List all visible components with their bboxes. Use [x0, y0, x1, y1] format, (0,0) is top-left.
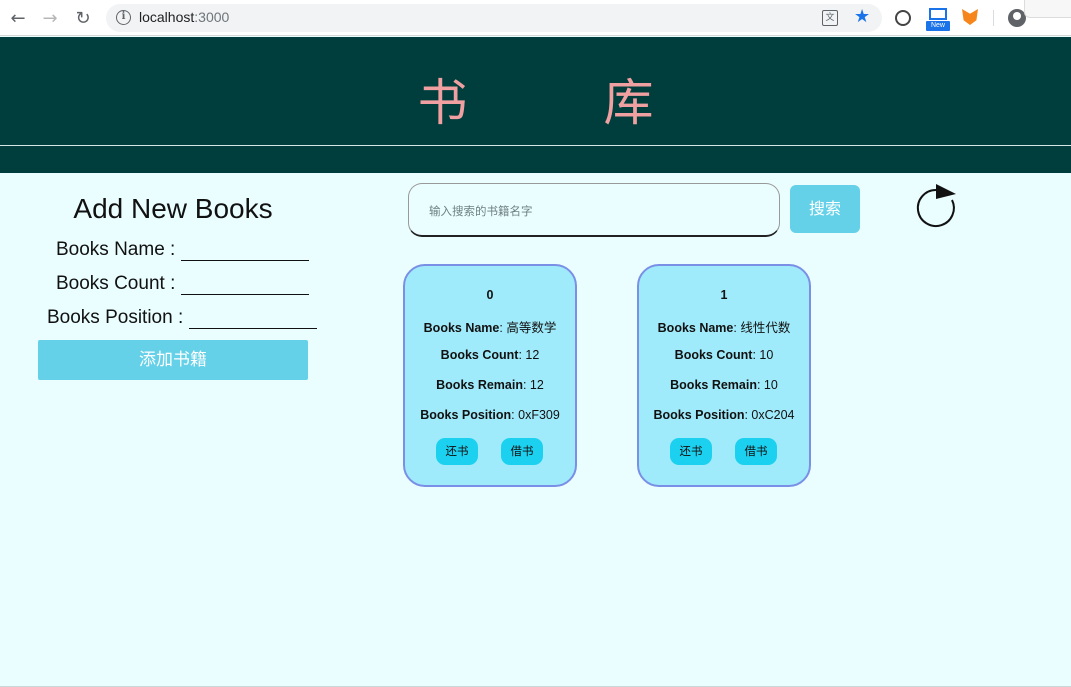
- book-position-field: Books Position: 0xF309: [405, 408, 575, 422]
- sync-extension-icon[interactable]: [895, 10, 911, 26]
- address-bar[interactable]: i localhost:3000 文 ★: [106, 4, 882, 32]
- translate-icon[interactable]: 文: [822, 10, 838, 26]
- url-text: localhost:3000: [139, 9, 230, 25]
- borrow-book-button[interactable]: 借书: [735, 438, 777, 465]
- book-remain-field: Books Remain: 10: [639, 378, 809, 392]
- field-key: Books Name: [657, 321, 734, 335]
- field-key: Books Position: [653, 408, 745, 422]
- page-title: 书 库: [417, 74, 714, 132]
- new-extension-icon[interactable]: New: [926, 8, 950, 32]
- book-id: 1: [720, 288, 728, 302]
- toolbar-divider: [993, 10, 994, 26]
- books-count-row: Books Count :: [56, 273, 310, 295]
- borrow-book-button[interactable]: 借书: [501, 438, 543, 465]
- refresh-icon[interactable]: [912, 182, 962, 232]
- book-position-field: Books Position: 0xC204: [639, 408, 809, 422]
- browser-toolbar: ← → ↻ i localhost:3000 文 ★ New ⋮: [0, 0, 1071, 36]
- search-input[interactable]: 输入搜索的书籍名字: [408, 183, 780, 237]
- popover-edge: [1024, 0, 1071, 18]
- star-icon[interactable]: ★: [854, 6, 870, 27]
- books-position-input[interactable]: [189, 309, 318, 329]
- add-book-button[interactable]: 添加书籍: [38, 340, 308, 380]
- book-remain: : 10: [756, 378, 778, 392]
- book-name-field: Books Name: 高等数学: [405, 317, 575, 336]
- add-books-title: Add New Books: [73, 193, 273, 224]
- books-name-row: Books Name :: [56, 239, 310, 261]
- return-book-button[interactable]: 还书: [670, 438, 712, 465]
- book-remain-field: Books Remain: 12: [405, 378, 575, 392]
- book-count-field: Books Count: 10: [639, 348, 809, 362]
- search-button[interactable]: 搜索: [790, 185, 860, 233]
- books-name-input[interactable]: [181, 241, 310, 261]
- header-divider: [0, 145, 1071, 146]
- book-name-field: Books Name: 线性代数: [639, 317, 809, 336]
- site-header: 书 库: [0, 37, 1071, 173]
- books-name-label: Books Name :: [56, 239, 176, 260]
- book-name: : 高等数学: [499, 321, 557, 335]
- books-count-input[interactable]: [181, 275, 310, 295]
- search-placeholder: 输入搜索的书籍名字: [429, 204, 533, 218]
- books-position-label: Books Position :: [47, 307, 184, 328]
- field-key: Books Count: [674, 348, 753, 362]
- book-name: : 线性代数: [733, 321, 791, 335]
- field-key: Books Remain: [436, 378, 523, 392]
- book-id: 0: [486, 288, 494, 302]
- books-position-row: Books Position :: [47, 307, 318, 329]
- field-key: Books Position: [420, 408, 512, 422]
- book-position: : 0xF309: [511, 408, 560, 422]
- book-position: : 0xC204: [744, 408, 795, 422]
- field-key: Books Name: [423, 321, 500, 335]
- book-count: : 12: [518, 348, 540, 362]
- new-badge: New: [926, 21, 950, 31]
- forward-arrow-icon[interactable]: →: [38, 6, 62, 30]
- book-remain: : 12: [522, 378, 544, 392]
- field-key: Books Count: [440, 348, 519, 362]
- return-book-button[interactable]: 还书: [436, 438, 478, 465]
- back-arrow-icon[interactable]: ←: [6, 6, 30, 30]
- reload-icon[interactable]: ↻: [71, 6, 95, 30]
- book-card: 1 Books Name: 线性代数 Books Count: 10 Books…: [637, 264, 811, 487]
- book-count-field: Books Count: 12: [405, 348, 575, 362]
- books-count-label: Books Count :: [56, 273, 176, 294]
- field-key: Books Remain: [670, 378, 757, 392]
- fox-extension-icon[interactable]: [962, 9, 978, 25]
- book-card: 0 Books Name: 高等数学 Books Count: 12 Books…: [403, 264, 577, 487]
- book-count: : 10: [752, 348, 774, 362]
- info-icon[interactable]: i: [116, 10, 131, 25]
